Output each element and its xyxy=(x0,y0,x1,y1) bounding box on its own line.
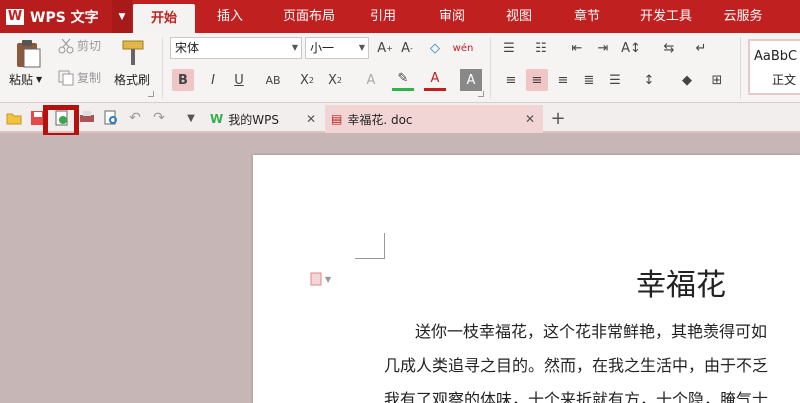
close-icon[interactable]: ✕ xyxy=(525,112,535,126)
subscript-button[interactable]: X2 xyxy=(324,69,346,91)
bold-button[interactable]: B xyxy=(172,69,194,91)
app-menu-button[interactable]: W WPS 文字 ▼ xyxy=(0,0,132,33)
increase-indent-button[interactable]: ⇥ xyxy=(592,37,614,59)
shading-button[interactable]: ◆ xyxy=(676,69,698,91)
print-preview-icon[interactable] xyxy=(102,109,120,127)
text-effect-button[interactable]: A xyxy=(360,69,382,91)
quick-access-bar: ↶ ↷ ▼ W 我的WPS ✕ ▤ 幸福花. doc ✕ + xyxy=(0,103,800,133)
clear-format-icon[interactable]: ◇ xyxy=(424,37,446,59)
app-name: WPS 文字 xyxy=(30,9,99,26)
divider xyxy=(162,37,163,99)
document-line: 几成人类追寻之目的。然而，在我之生活中，由于不乏 xyxy=(384,356,769,375)
svg-text:▼: ▼ xyxy=(325,275,332,284)
print-icon[interactable] xyxy=(78,109,96,127)
copy-icon xyxy=(58,70,74,85)
doctab-my-wps[interactable]: W 我的WPS ✕ xyxy=(204,105,324,133)
new-tab-icon[interactable]: + xyxy=(549,108,567,129)
style-normal[interactable]: AaBbC 正文 xyxy=(748,39,800,95)
tab-review[interactable]: 审阅 xyxy=(427,0,477,33)
underline-button[interactable]: U xyxy=(228,69,250,91)
tab-view[interactable]: 视图 xyxy=(494,0,544,33)
doc-file-icon: ▤ xyxy=(331,112,343,126)
char-shading-button[interactable]: A xyxy=(460,69,482,91)
app-menu-dropdown-icon[interactable]: ▼ xyxy=(112,0,132,33)
tab-developer[interactable]: 开发工具 xyxy=(630,0,702,33)
doctab-current[interactable]: ▤ 幸福花. doc ✕ xyxy=(325,105,543,133)
tab-page-layout[interactable]: 页面布局 xyxy=(273,0,345,33)
paragraph-mark-button[interactable]: ↵ xyxy=(690,37,712,59)
document-title: 幸福花 xyxy=(636,268,726,303)
title-bar: W WPS 文字 ▼ 开始 插入 页面布局 引用 审阅 视图 章节 开发工具 云… xyxy=(0,0,800,33)
doctab-label: 幸福花. doc xyxy=(347,112,413,127)
superscript-button[interactable]: X2 xyxy=(296,69,318,91)
decrease-indent-button[interactable]: ⇤ xyxy=(566,37,588,59)
grow-font-button[interactable]: A + xyxy=(374,37,396,59)
shrink-font-button[interactable]: A- xyxy=(396,37,418,59)
align-center-button[interactable]: ≡ xyxy=(526,69,548,91)
show-marks-button[interactable]: ⇆ xyxy=(658,37,680,59)
scissors-icon xyxy=(58,38,74,53)
strikethrough-button[interactable]: AB xyxy=(262,69,284,91)
format-painter-icon[interactable] xyxy=(120,39,146,70)
line-spacing-button[interactable]: ↕ xyxy=(638,69,660,91)
document-line: 我有了观察的体味，十个来折就有方，十个隐，腌气士 xyxy=(384,390,769,403)
clipboard-group-expander xyxy=(148,91,154,97)
redo-icon[interactable]: ↷ xyxy=(150,109,168,127)
font-name-select[interactable]: 宋体 ▼ xyxy=(170,37,302,59)
page-margin-corner xyxy=(355,233,385,259)
style-name: 正文 xyxy=(772,73,797,87)
divider xyxy=(490,37,491,99)
close-icon[interactable]: ✕ xyxy=(306,112,316,126)
pinyin-icon[interactable]: wén xyxy=(452,37,474,59)
doctab-label: 我的WPS xyxy=(228,112,279,127)
divider xyxy=(740,37,741,99)
tab-references[interactable]: 引用 xyxy=(358,0,408,33)
cut-button[interactable]: 剪切 xyxy=(58,37,101,54)
sort-button[interactable]: A↕ xyxy=(620,37,642,59)
distribute-button[interactable]: ☰ xyxy=(604,69,626,91)
font-size-select[interactable]: 小一 ▼ xyxy=(305,37,369,59)
numbered-list-button[interactable]: ☷ xyxy=(530,37,552,59)
italic-button[interactable]: I xyxy=(202,69,224,91)
paragraph-handle-icon[interactable]: ▼ xyxy=(310,272,338,289)
wps-home-icon: W xyxy=(210,112,224,126)
border-button[interactable]: ⊞ xyxy=(706,69,728,91)
align-right-button[interactable]: ≡ xyxy=(552,69,574,91)
font-color-button[interactable]: A xyxy=(424,69,446,91)
undo-icon[interactable]: ↶ xyxy=(126,109,144,127)
tab-insert[interactable]: 插入 xyxy=(205,0,255,33)
highlight-color-button[interactable]: ✎ xyxy=(392,69,414,91)
tab-home[interactable]: 开始 xyxy=(133,4,195,33)
copy-button[interactable]: 复制 xyxy=(58,69,101,86)
paste-icon[interactable] xyxy=(14,39,42,72)
annotation-highlight-box xyxy=(43,105,79,138)
paste-button[interactable]: 粘贴 ▼ xyxy=(9,71,42,88)
format-painter-button[interactable]: 格式刷 xyxy=(114,71,150,88)
wps-logo-icon: W xyxy=(6,8,24,25)
document-line: 送你一枝幸福花，这个花非常鲜艳，其艳羡得可如 xyxy=(415,322,768,341)
align-left-button[interactable]: ≡ xyxy=(500,69,522,91)
ribbon: 粘贴 ▼ 剪切 复制 格式刷 宋体 ▼ 小一 ▼ A + A- ◇ wén B I U … xyxy=(0,33,800,103)
tab-chapter[interactable]: 章节 xyxy=(562,0,612,33)
open-folder-icon[interactable] xyxy=(5,109,23,127)
customize-dropdown-icon[interactable]: ▼ xyxy=(182,109,200,127)
font-group-expander xyxy=(478,91,484,97)
bullet-list-button[interactable]: ☰ xyxy=(498,37,520,59)
tab-cloud[interactable]: 云服务 xyxy=(712,0,774,33)
justify-button[interactable]: ≣ xyxy=(578,69,600,91)
style-preview: AaBbC xyxy=(754,49,798,64)
